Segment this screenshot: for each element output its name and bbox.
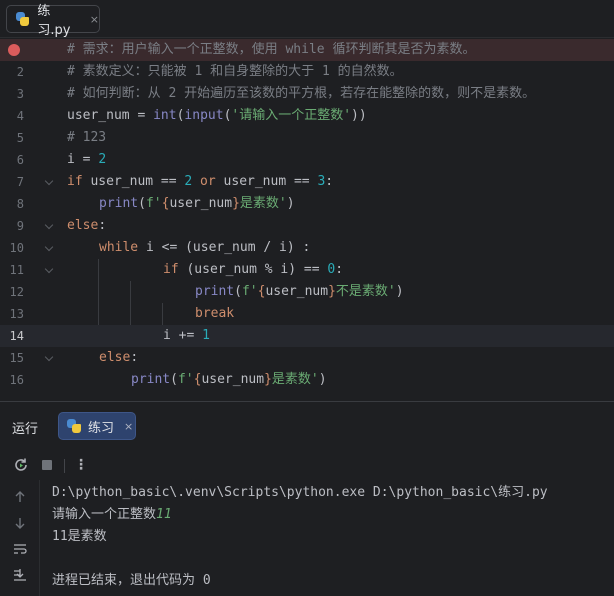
scroll-down-icon[interactable] (11, 516, 29, 534)
line-number: 2 (16, 65, 24, 79)
code-line-3[interactable]: 3 # 如何判断：从 2 开始遍历至该数的平方根，若存在能整除的数，则不是素数。 (0, 83, 614, 105)
code-text: else: (99, 350, 139, 365)
line-number: 8 (16, 197, 24, 211)
code-text: # 需求：用户输入一个正整数，使用 while 循环判断其是否为素数。 (67, 42, 476, 57)
code-line-12[interactable]: 12 print(f'{user_num}不是素数') (0, 281, 614, 303)
line-number: 13 (9, 307, 24, 321)
line-number: 9 (16, 219, 24, 233)
console-result-line: 11是素数 (52, 529, 107, 544)
line-number: 4 (16, 109, 24, 123)
line-number: 16 (9, 373, 24, 387)
code-text: if (user_num % i) == 0: (163, 262, 344, 277)
code-text: # 素数定义：只能被 1 和自身整除的大于 1 的自然数。 (67, 64, 403, 79)
fold-chevron-icon[interactable] (44, 264, 54, 274)
code-text: # 123 (67, 130, 107, 145)
code-text: print(f'{user_num}不是素数') (195, 284, 404, 299)
code-text: print(f'{user_num}是素数') (131, 372, 327, 387)
code-line-7[interactable]: 7 if user_num == 2 or user_num == 3: (0, 171, 614, 193)
fold-chevron-icon[interactable] (44, 176, 54, 186)
fold-chevron-icon[interactable] (44, 220, 54, 230)
toolbar-separator (64, 459, 65, 473)
code-line-6[interactable]: 6 i = 2 (0, 149, 614, 171)
line-number: 14 (9, 329, 24, 343)
close-run-tab-icon[interactable]: × (124, 420, 133, 433)
code-text: user_num = int(input('请输入一个正整数')) (67, 108, 367, 123)
editor-tab-bar: 练习.py × (0, 0, 614, 38)
code-line-13[interactable]: 13 break (0, 303, 614, 325)
code-line-10[interactable]: 10 while i <= (user_num / i) : (0, 237, 614, 259)
run-panel-header: 运行 练习 × (0, 402, 614, 450)
scroll-to-end-icon[interactable] (11, 568, 29, 586)
run-tab-label: 练习 (88, 420, 115, 436)
code-editor[interactable]: # 需求：用户输入一个正整数，使用 while 循环判断其是否为素数。 2 # … (0, 39, 614, 401)
line-number: 15 (9, 351, 24, 365)
line-number: 7 (16, 175, 24, 189)
console-sidebar (0, 480, 40, 596)
code-line-1[interactable]: # 需求：用户输入一个正整数，使用 while 循环判断其是否为素数。 (0, 39, 614, 61)
line-number: 11 (9, 263, 24, 277)
rerun-icon[interactable] (12, 456, 30, 474)
code-line-9[interactable]: 9 else: (0, 215, 614, 237)
run-toolbar: ⋮ (0, 450, 614, 480)
line-number: 12 (9, 285, 24, 299)
code-line-15[interactable]: 15 else: (0, 347, 614, 369)
editor-tab-filename: 练习.py (37, 4, 71, 38)
fold-chevron-icon[interactable] (44, 242, 54, 252)
code-text: while i <= (user_num / i) : (99, 240, 311, 255)
code-line-8[interactable]: 8 print(f'{user_num}是素数') (0, 193, 614, 215)
code-text: break (195, 306, 235, 321)
more-options-icon[interactable]: ⋮ (72, 456, 90, 474)
breakpoint-icon[interactable] (8, 44, 20, 56)
code-text: i += 1 (163, 328, 210, 343)
code-line-5[interactable]: 5 # 123 (0, 127, 614, 149)
line-number: 3 (16, 87, 24, 101)
stop-icon[interactable] (38, 456, 56, 474)
python-file-icon (15, 11, 30, 27)
editor-tab-practice-py[interactable]: 练习.py × (6, 4, 100, 38)
code-line-14[interactable]: 14 i += 1 (0, 325, 614, 347)
code-line-2[interactable]: 2 # 素数定义：只能被 1 和自身整除的大于 1 的自然数。 (0, 61, 614, 83)
code-line-16[interactable]: 16 print(f'{user_num}是素数') (0, 369, 614, 391)
close-tab-icon[interactable]: × (90, 13, 99, 26)
code-text: else: (67, 218, 107, 233)
run-config-tab[interactable]: 练习 × (58, 412, 136, 440)
console-exit-line: 进程已结束，退出代码为 0 (52, 573, 211, 588)
code-line-4[interactable]: 4 user_num = int(input('请输入一个正整数')) (0, 105, 614, 127)
code-text: i = 2 (67, 152, 107, 167)
run-panel-title: 运行 (12, 422, 39, 437)
python-file-icon (66, 418, 82, 434)
code-line-11[interactable]: 11 if (user_num % i) == 0: (0, 259, 614, 281)
console-output[interactable]: D:\python_basic\.venv\Scripts\python.exe… (52, 482, 612, 592)
code-text: print(f'{user_num}是素数') (99, 196, 295, 211)
scroll-up-icon[interactable] (11, 490, 29, 508)
line-number: 6 (16, 153, 24, 167)
code-text: if user_num == 2 or user_num == 3: (67, 174, 334, 189)
line-number: 5 (16, 131, 24, 145)
console-user-input: 11 (156, 507, 172, 522)
fold-chevron-icon[interactable] (44, 352, 54, 362)
code-text: # 如何判断：从 2 开始遍历至该数的平方根，若存在能整除的数，则不是素数。 (67, 86, 536, 101)
console-prompt-line: 请输入一个正整数11 (52, 507, 172, 522)
line-number: 10 (9, 241, 24, 255)
soft-wrap-icon[interactable] (11, 542, 29, 560)
console-command-line: D:\python_basic\.venv\Scripts\python.exe… (52, 485, 548, 500)
